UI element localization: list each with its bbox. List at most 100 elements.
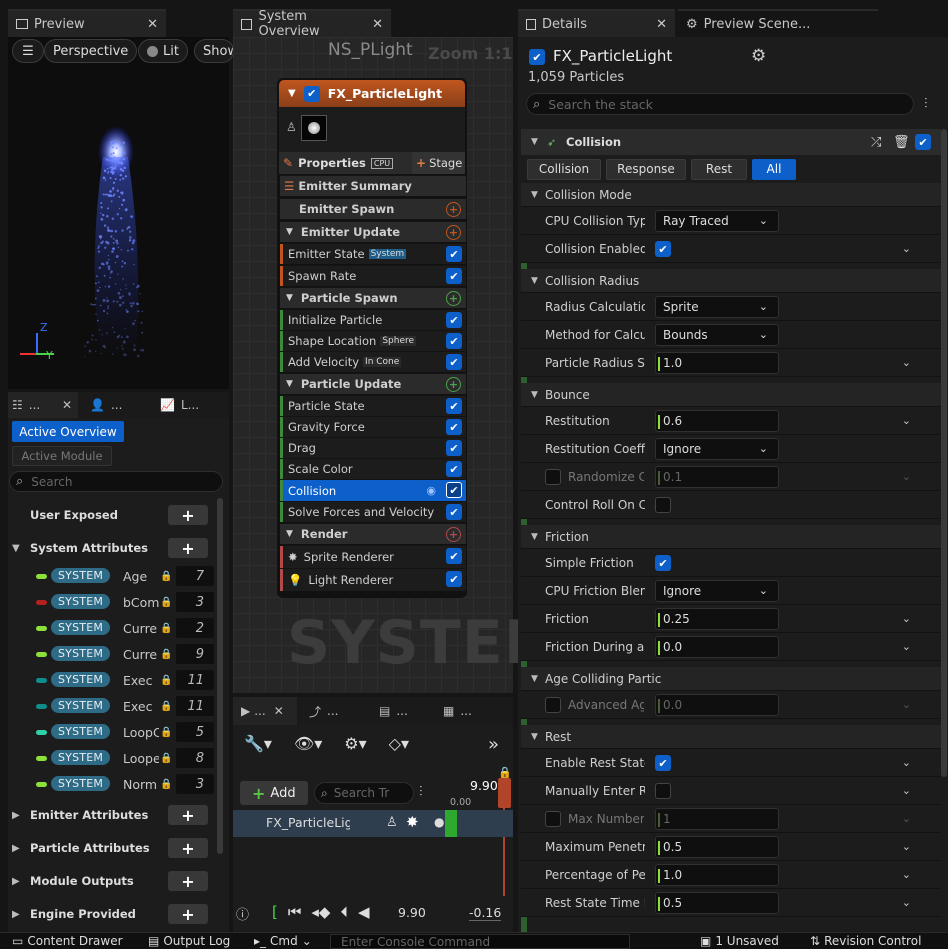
close-icon[interactable]: ✕ bbox=[147, 17, 158, 32]
track-search-input[interactable]: Search Tr bbox=[334, 786, 390, 800]
bracket-icon[interactable]: [ bbox=[272, 903, 278, 921]
section-module-outputs[interactable]: ▶ Module Outputs + bbox=[10, 866, 215, 896]
system-attribute-row[interactable]: SYSTEM Loope 🔒 8 bbox=[10, 745, 215, 771]
system-attribute-row[interactable]: SYSTEM bCom 🔒 3 bbox=[10, 589, 215, 615]
chevron-down-icon[interactable]: ⌄ bbox=[902, 470, 911, 483]
module-emitter-state[interactable]: Emitter State System ✔ bbox=[280, 243, 466, 264]
filter-tab-collision[interactable]: Collision bbox=[527, 158, 601, 180]
module-drag[interactable]: Drag ✔ bbox=[280, 437, 466, 458]
eye-icon[interactable]: 👁▾ bbox=[294, 734, 322, 753]
percentage-pene-input[interactable]: 1.0 bbox=[655, 863, 779, 886]
particle-spawn-group[interactable]: ▼ Particle Spawn + bbox=[280, 287, 466, 308]
tab-curves[interactable]: ⤴... bbox=[297, 703, 367, 720]
control-roll-checkbox[interactable] bbox=[655, 497, 671, 513]
add-module-icon[interactable]: + bbox=[446, 291, 461, 306]
system-attribute-row[interactable]: SYSTEM Curre 🔒 2 bbox=[10, 615, 215, 641]
attribute-value[interactable]: 11 bbox=[176, 670, 214, 690]
skip-back-icon[interactable]: ⏮ bbox=[288, 903, 302, 921]
track-bar[interactable] bbox=[445, 810, 457, 837]
collision-enabled-checkbox[interactable]: ✔ bbox=[915, 134, 931, 150]
add-module-icon[interactable]: + bbox=[446, 202, 461, 217]
console-input[interactable]: Enter Console Command bbox=[330, 934, 630, 949]
key-icon[interactable]: ◇▾ bbox=[389, 734, 409, 753]
filter-icon[interactable]: ⫶ bbox=[924, 96, 928, 112]
chevron-down-icon[interactable]: ⌄ bbox=[902, 612, 911, 625]
gear-icon[interactable]: ⚙ bbox=[751, 46, 766, 66]
module-enabled-checkbox[interactable]: ✔ bbox=[446, 333, 462, 349]
add-system-attribute-button[interactable]: + bbox=[168, 538, 208, 558]
module-particle-state[interactable]: Particle State ✔ bbox=[280, 395, 466, 416]
section-emitter-attributes[interactable]: ▶ Emitter Attributes + bbox=[10, 800, 215, 830]
tab-script[interactable]: ▦... bbox=[437, 704, 507, 718]
chevron-down-icon[interactable]: ⌄ bbox=[902, 242, 911, 255]
randomize-col-input[interactable]: 0.1 bbox=[655, 465, 779, 488]
details-scrollbar[interactable] bbox=[941, 129, 947, 777]
section-system-attributes[interactable]: ▼ System Attributes + bbox=[10, 533, 215, 563]
params-search[interactable]: ⌕ Search bbox=[9, 471, 223, 492]
attribute-value[interactable]: 9 bbox=[176, 644, 214, 664]
step-back-icon[interactable]: ⏴ bbox=[340, 903, 348, 921]
add-emitter-attribute-button[interactable]: + bbox=[168, 805, 208, 825]
cpu-collision-type-dropdown[interactable]: Ray Traced ⌄ bbox=[655, 209, 779, 232]
add-user-exposed-button[interactable]: + bbox=[168, 505, 208, 525]
emitter-spawn-group[interactable]: Emitter Spawn + bbox=[280, 198, 466, 219]
cmd-button[interactable]: ▸_ Cmd ⌄ bbox=[254, 932, 312, 949]
filter-tab-rest[interactable]: Rest bbox=[691, 158, 747, 180]
chevron-down-icon[interactable]: ⌄ bbox=[902, 640, 911, 653]
tab-log[interactable]: 📈 L... bbox=[148, 398, 218, 412]
play-reverse-icon[interactable]: ◀ bbox=[358, 903, 370, 921]
preview-viewport[interactable]: ☰ Perspective Lit Show Z Y bbox=[8, 37, 234, 389]
filter-icon[interactable]: ⫶ bbox=[419, 784, 423, 800]
advanced-aging-checkbox[interactable] bbox=[545, 697, 561, 713]
add-engine-provided-button[interactable]: + bbox=[168, 904, 208, 924]
emitter-thumbnail[interactable] bbox=[301, 115, 327, 141]
trash-icon[interactable]: 🗑 bbox=[893, 135, 910, 150]
section-engine-provided[interactable]: ▶ Engine Provided + bbox=[10, 899, 215, 929]
module-enabled-checkbox[interactable]: ✔ bbox=[446, 312, 462, 328]
info-icon[interactable]: ⓘ bbox=[236, 904, 249, 923]
particle-update-group[interactable]: ▼ Particle Update + bbox=[280, 373, 466, 394]
attribute-value[interactable]: 3 bbox=[176, 592, 214, 612]
gear-icon[interactable]: ⚙▾ bbox=[344, 734, 366, 753]
tab-user[interactable]: 👤... bbox=[78, 398, 148, 412]
radius-calculation-dropdown[interactable]: Sprite ⌄ bbox=[655, 295, 779, 318]
method-for-calc-dropdown[interactable]: Bounds ⌄ bbox=[655, 323, 779, 346]
max-penetration-input[interactable]: 0.5 bbox=[655, 835, 779, 858]
module-solve-forces[interactable]: Solve Forces and Velocity ✔ bbox=[280, 501, 466, 522]
section-bounce[interactable]: ▼ Bounce bbox=[521, 383, 941, 407]
module-enabled-checkbox[interactable]: ✔ bbox=[446, 461, 462, 477]
enable-rest-state-checkbox[interactable]: ✔ bbox=[655, 755, 671, 771]
playhead-handle[interactable] bbox=[498, 778, 511, 808]
emitter-enabled-checkbox[interactable]: ✔ bbox=[529, 49, 545, 65]
tab-timeline[interactable]: ▶... ✕ bbox=[233, 697, 297, 725]
module-enabled-checkbox[interactable]: ✔ bbox=[446, 482, 462, 498]
section-collision-mode[interactable]: ▼ Collision Mode bbox=[521, 183, 941, 207]
overflow-chevron-icon[interactable]: » bbox=[488, 734, 499, 755]
system-attribute-row[interactable]: SYSTEM Curre 🔒 9 bbox=[10, 641, 215, 667]
friction-input[interactable]: 0.25 bbox=[655, 607, 779, 630]
cpu-friction-blend-dropdown[interactable]: Ignore ⌄ bbox=[655, 579, 779, 602]
tab-scratch[interactable]: ▤... bbox=[367, 704, 437, 718]
module-add-velocity[interactable]: Add Velocity In Cone ✔ bbox=[280, 351, 466, 372]
content-drawer-button[interactable]: ▭ Content Drawer bbox=[12, 932, 123, 949]
add-particle-attribute-button[interactable]: + bbox=[168, 838, 208, 858]
end-time[interactable]: -0.16 bbox=[469, 905, 502, 921]
chevron-down-icon[interactable]: ⌄ bbox=[902, 356, 911, 369]
section-particle-attributes[interactable]: ▶ Particle Attributes + bbox=[10, 833, 215, 863]
module-enabled-checkbox[interactable]: ✔ bbox=[446, 354, 462, 370]
max-number-checkbox[interactable] bbox=[545, 811, 561, 827]
max-number-input[interactable]: 1 bbox=[655, 807, 779, 830]
module-enabled-checkbox[interactable]: ✔ bbox=[446, 268, 462, 284]
close-icon[interactable]: ✕ bbox=[274, 704, 284, 718]
module-scale-color[interactable]: Scale Color ✔ bbox=[280, 458, 466, 479]
module-enabled-checkbox[interactable]: ✔ bbox=[446, 419, 462, 435]
params-search-input[interactable]: Search bbox=[31, 475, 72, 489]
close-icon[interactable]: ✕ bbox=[62, 398, 78, 412]
unsaved-button[interactable]: ▣ 1 Unsaved bbox=[700, 932, 779, 949]
module-enabled-checkbox[interactable]: ✔ bbox=[446, 440, 462, 456]
track-search[interactable]: ⌕ Search Tr bbox=[314, 782, 414, 804]
attribute-value[interactable]: 5 bbox=[176, 722, 214, 742]
filter-tab-all[interactable]: All bbox=[752, 158, 796, 180]
properties-row[interactable]: ✎ Properties CPU + Stage bbox=[279, 152, 465, 174]
randomize-col-checkbox[interactable] bbox=[545, 469, 561, 485]
